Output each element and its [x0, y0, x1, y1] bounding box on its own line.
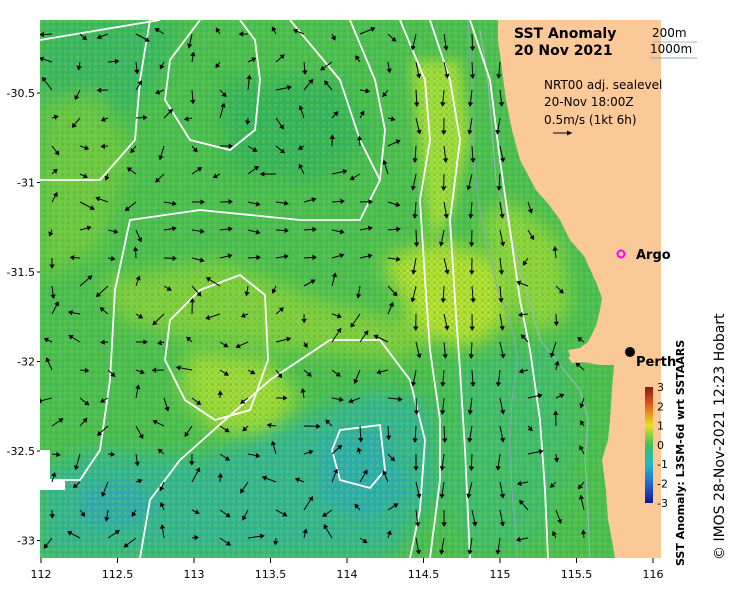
x-tick-label: 116: [643, 568, 664, 581]
vector-legend-line2: 20-Nov 18:00Z: [544, 95, 634, 109]
colorbar-tick-label: 3: [657, 381, 664, 394]
colorbar-label: SST Anomaly: L3SM-6d wrt SSTAARS: [674, 340, 687, 566]
x-tick-label: 113: [184, 568, 205, 581]
vector-legend-arrow: [553, 130, 572, 136]
legend-1000m: 1000m: [650, 42, 692, 56]
vector-legend-line3: 0.5m/s (1kt 6h): [544, 113, 637, 127]
copyright-credit: © IMOS 28-Nov-2021 12:23 Hobart: [712, 313, 728, 560]
x-tick-label: 112.5: [102, 568, 134, 581]
x-tick-label: 112: [31, 568, 52, 581]
map-title-line1: SST Anomaly: [514, 26, 616, 42]
y-tick-label: -32.5: [7, 445, 35, 458]
colorbar-tick-label: 0: [657, 439, 664, 452]
argo-label: Argo: [636, 248, 671, 263]
y-tick-label: -31.5: [7, 266, 35, 279]
colorbar-ticks: 3 2 1 0 -1 -2 -3: [657, 381, 668, 510]
x-tick-label: 113.5: [255, 568, 287, 581]
x-tick-label: 114: [337, 568, 358, 581]
map-title-line2: 20 Nov 2021: [514, 43, 613, 59]
y-tick-label: -33: [17, 535, 35, 548]
colorbar-tick-label: -2: [657, 478, 668, 491]
x-axis: 112 112.5 113 113.5 114 114.5 115 115.5 116: [31, 558, 664, 581]
y-tick-label: -32: [17, 356, 35, 369]
x-tick-label: 114.5: [408, 568, 440, 581]
colorbar-tick-label: -3: [657, 497, 668, 510]
colorbar-tick-label: -1: [657, 458, 668, 471]
labels-layer: SST Anomaly 20 Nov 2021 200m 1000m NRT00…: [7, 26, 697, 581]
colorbar-tick-label: 2: [657, 400, 664, 413]
x-tick-label: 115.5: [561, 568, 593, 581]
colorbar-tick-label: 1: [657, 420, 664, 433]
y-tick-label: -30.5: [7, 87, 35, 100]
y-tick-label: -31: [17, 177, 35, 190]
perth-label: Perth: [636, 355, 676, 370]
legend-200m: 200m: [652, 26, 687, 40]
x-tick-label: 115: [490, 568, 511, 581]
y-axis: -30.5 -31 -31.5 -32 -32.5 -33: [7, 87, 40, 548]
vector-legend-line1: NRT00 adj. sealevel: [544, 78, 662, 92]
